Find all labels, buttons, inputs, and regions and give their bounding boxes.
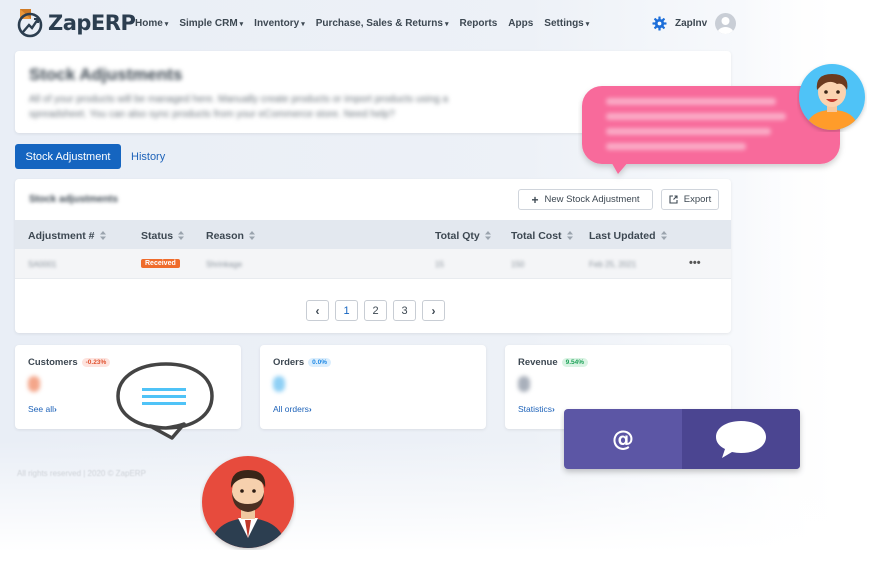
email-button[interactable]: @ (564, 409, 682, 469)
cell-reason: Shrinkage (206, 260, 243, 269)
speech-bubble-icon (116, 362, 214, 440)
footer-text: All rights reserved | 2020 © ZapERP (17, 469, 146, 478)
cell-last-updated: Feb 25, 2021 (589, 260, 637, 269)
chat-button[interactable] (682, 409, 800, 469)
column-header-total-cost[interactable]: Total Cost (511, 230, 573, 242)
table-header: Adjustment # Status Reason Total Qty Tot… (15, 220, 731, 249)
tab-stock-adjustment[interactable]: Stock Adjustment (15, 144, 121, 169)
see-all-link[interactable]: See all› (28, 404, 57, 414)
user-area: ZapInv (652, 13, 737, 34)
sort-icon (248, 231, 255, 240)
column-header-last-updated[interactable]: Last Updated (589, 230, 667, 242)
caret-down-icon: ▾ (164, 21, 169, 28)
gear-icon[interactable] (652, 16, 667, 31)
page-description: All of your products will be managed her… (29, 94, 449, 120)
user-icon (717, 17, 734, 34)
statistics-link[interactable]: Statistics› (518, 404, 555, 414)
nav-simple-crm[interactable]: Simple CRM ▾ (179, 18, 243, 29)
man-avatar-icon (202, 456, 294, 548)
caret-down-icon: ▾ (585, 21, 590, 28)
status-badge: Received (141, 259, 180, 268)
page-button-3[interactable]: 3 (393, 300, 416, 321)
brand-name: ZapERP (48, 11, 136, 35)
next-page-button[interactable]: › (422, 300, 445, 321)
stat-label: Orders (273, 357, 305, 368)
sort-icon (178, 231, 185, 240)
column-header-reason[interactable]: Reason (206, 230, 255, 242)
user-name[interactable]: ZapInv (675, 18, 707, 29)
table-title: Stock adjustments (29, 194, 118, 205)
logo-mark-icon (17, 9, 43, 38)
caret-down-icon: ▾ (301, 21, 305, 28)
stat-value-blurred (28, 376, 40, 392)
column-header-total-qty[interactable]: Total Qty (435, 230, 491, 242)
avatar[interactable] (715, 13, 737, 34)
nav-reports[interactable]: Reports (460, 18, 498, 29)
page-button-2[interactable]: 2 (364, 300, 387, 321)
sort-icon (484, 231, 491, 240)
page-button-1[interactable]: 1 (335, 300, 358, 321)
cell-adjustment: SA0001 (28, 260, 57, 269)
cell-total-qty: 15 (435, 260, 444, 269)
top-navbar: ZapERP Home ▾ Simple CRM ▾ Inventory ▾ Purc… (0, 0, 740, 48)
caret-down-icon: ▾ (239, 21, 244, 28)
stock-adjustments-card: Stock adjustments + New Stock Adjustment… (15, 179, 731, 333)
chevron-right-icon: › (552, 404, 555, 414)
main-menu: Home ▾ Simple CRM ▾ Inventory ▾ Purchase, S… (135, 18, 589, 29)
boy-avatar-icon (799, 64, 865, 130)
table-row[interactable]: SA0001 Received Shrinkage 15 150 Feb 25,… (15, 249, 731, 279)
more-actions-icon[interactable]: ••• (689, 257, 701, 269)
all-orders-link[interactable]: All orders› (273, 404, 312, 414)
change-badge: 0.0% (308, 358, 331, 367)
stat-value-blurred (273, 376, 285, 392)
chat-icon (716, 421, 766, 458)
column-header-status[interactable]: Status (141, 230, 185, 242)
change-badge: -0.23% (81, 358, 111, 367)
nav-inventory[interactable]: Inventory ▾ (254, 18, 305, 29)
nav-apps[interactable]: Apps (508, 18, 533, 29)
stat-label: Revenue (518, 357, 558, 368)
export-icon (669, 195, 678, 204)
page-title: Stock Adjustments (29, 65, 183, 84)
plus-icon: + (531, 192, 539, 207)
stat-label: Customers (28, 357, 78, 368)
nav-purchase-sales-returns[interactable]: Purchase, Sales & Returns ▾ (316, 18, 449, 29)
tab-history[interactable]: History (131, 151, 165, 163)
tabs: Stock Adjustment History (15, 144, 165, 169)
stat-value-blurred (518, 376, 530, 392)
chevron-right-icon: › (308, 404, 312, 414)
nav-home[interactable]: Home ▾ (135, 18, 168, 29)
sort-icon (566, 231, 573, 240)
sort-icon (99, 231, 106, 240)
chevron-right-icon: › (54, 404, 57, 414)
email-icon: @ (612, 426, 634, 452)
caret-down-icon: ▾ (444, 21, 449, 28)
export-button[interactable]: Export (661, 189, 719, 210)
brand-logo[interactable]: ZapERP (16, 8, 136, 38)
column-header-adjustment[interactable]: Adjustment # (28, 230, 106, 242)
prev-page-button[interactable]: ‹ (306, 300, 329, 321)
new-stock-adjustment-button[interactable]: + New Stock Adjustment (518, 189, 653, 210)
pagination: ‹ 1 2 3 › (306, 300, 445, 321)
change-badge: 9.54% (561, 358, 589, 367)
sort-icon (660, 231, 667, 240)
cell-total-cost: 150 (511, 260, 525, 269)
nav-settings[interactable]: Settings ▾ (544, 18, 589, 29)
stat-card-orders: Orders 0.0% All orders› (260, 345, 486, 429)
